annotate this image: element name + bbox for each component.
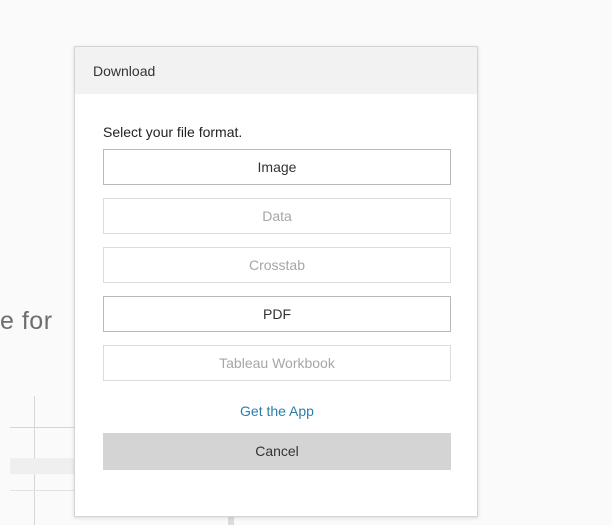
format-prompt: Select your file format. <box>103 124 243 140</box>
background-table-band <box>10 458 80 474</box>
data-format-button[interactable]: Data <box>103 198 451 234</box>
tableau-workbook-format-button[interactable]: Tableau Workbook <box>103 345 451 381</box>
page: e for Download Select your file format. … <box>0 0 612 525</box>
cancel-button[interactable]: Cancel <box>103 433 451 470</box>
image-format-button[interactable]: Image <box>103 149 451 185</box>
background-grid-line-horizontal <box>10 427 80 428</box>
dialog-header: Download <box>75 47 477 94</box>
background-panel-edge <box>228 517 234 525</box>
download-dialog: Download Select your file format. Image … <box>74 46 478 517</box>
background-table-divider <box>10 490 80 491</box>
crosstab-format-button[interactable]: Crosstab <box>103 247 451 283</box>
dialog-title: Download <box>93 62 156 79</box>
background-dashboard-text: e for <box>0 307 53 335</box>
get-the-app-link[interactable]: Get the App <box>103 393 451 429</box>
dialog-body: Select your file format. Image Data Cros… <box>75 124 477 470</box>
pdf-format-button[interactable]: PDF <box>103 296 451 332</box>
